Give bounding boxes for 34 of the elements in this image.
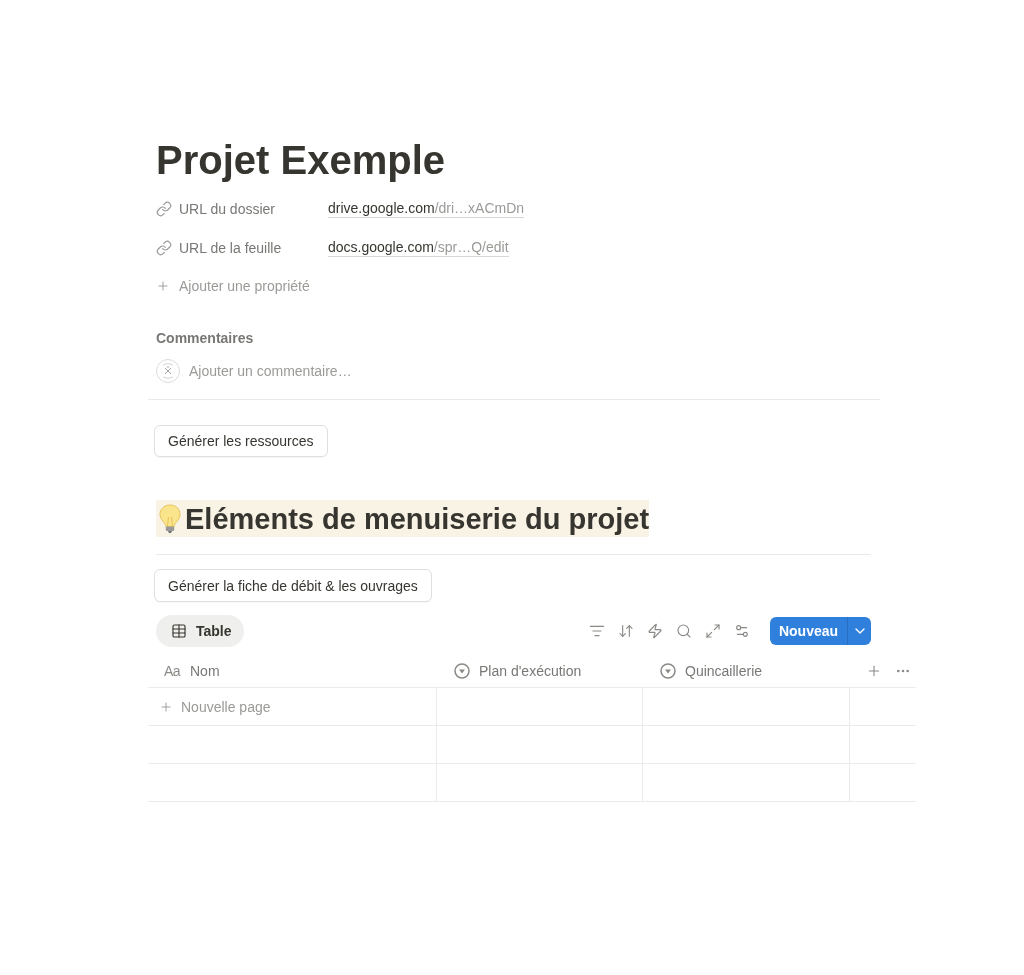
property-label: URL de la feuille (179, 239, 282, 256)
filter-icon[interactable] (589, 623, 605, 639)
expand-icon[interactable] (705, 623, 721, 639)
new-page-button[interactable]: Nouvelle page (159, 694, 271, 719)
heading-text: Eléments de menuiserie du projet (185, 501, 650, 537)
plus-icon (156, 279, 170, 293)
table-icon (171, 623, 187, 639)
dropdown-circle-icon (453, 661, 471, 680)
add-property-button[interactable]: Ajouter une propriété (156, 273, 310, 299)
avatar-icon (156, 359, 180, 383)
text-property-icon: Aa (164, 662, 182, 679)
lightning-icon[interactable] (647, 623, 663, 639)
link-icon (156, 200, 172, 217)
url-link[interactable]: docs.google.com/spr…Q/edit (328, 238, 509, 257)
column-header[interactable]: Quincaillerie (643, 654, 850, 687)
lightbulb-icon (158, 503, 182, 534)
action-button[interactable]: Générer les ressources (154, 425, 328, 457)
comment-field[interactable]: Ajouter un commentaire… (189, 360, 489, 382)
action-button[interactable]: Générer la fiche de débit & les ouvrages (154, 569, 432, 602)
view-tab[interactable]: Table (156, 615, 244, 647)
column-header[interactable]: Plan d'exécution (437, 654, 643, 687)
new-button[interactable]: Nouveau (770, 617, 847, 645)
comments-heading: Commentaires (156, 329, 254, 348)
url-link[interactable]: drive.google.com/dri…xACmDn (328, 199, 525, 218)
page-title: Projet Exemple (156, 137, 445, 184)
settings-icon[interactable] (734, 623, 750, 639)
dropdown-button[interactable] (847, 617, 871, 645)
property-label: URL du dossier (179, 200, 275, 217)
column-header[interactable]: Aa Nom (148, 654, 437, 687)
sort-icon[interactable] (618, 623, 634, 639)
plus-icon (159, 699, 173, 714)
search-icon[interactable] (676, 623, 692, 639)
link-icon (156, 239, 172, 256)
dropdown-circle-icon (659, 661, 677, 680)
